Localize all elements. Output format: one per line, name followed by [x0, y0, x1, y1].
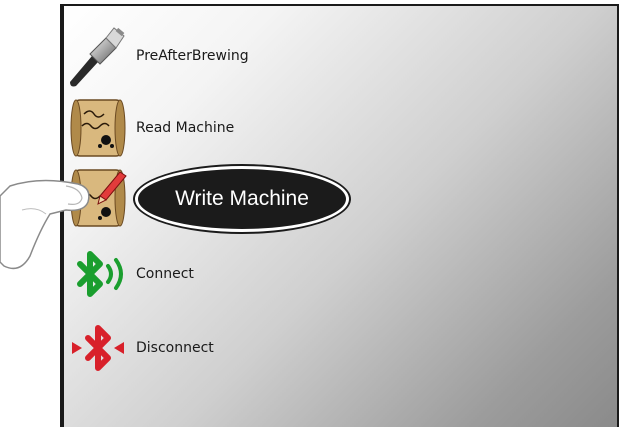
callout-label: Write Machine [175, 187, 309, 210]
finger-pointer-icon [0, 179, 90, 270]
device-bezel-top [60, 4, 619, 6]
menu-item-disconnect[interactable]: Disconnect [66, 316, 214, 380]
bluetooth-disconnect-icon [66, 316, 130, 380]
menu-item-label: PreAfterBrewing [136, 48, 249, 64]
scroll-icon [66, 96, 130, 160]
menu-item-label: Connect [136, 266, 194, 282]
menu-item-label: Disconnect [136, 340, 214, 356]
menu-item-label: Read Machine [136, 120, 235, 136]
write-machine-callout: Write Machine [135, 166, 349, 232]
menu-item-pre-after-brewing[interactable]: PreAfterBrewing [66, 24, 249, 88]
instruction-illustration: PreAfterBrewing Read Machine Connect Dis… [0, 0, 619, 427]
portafilter-icon [66, 24, 130, 88]
menu-item-read-machine[interactable]: Read Machine [66, 96, 234, 160]
